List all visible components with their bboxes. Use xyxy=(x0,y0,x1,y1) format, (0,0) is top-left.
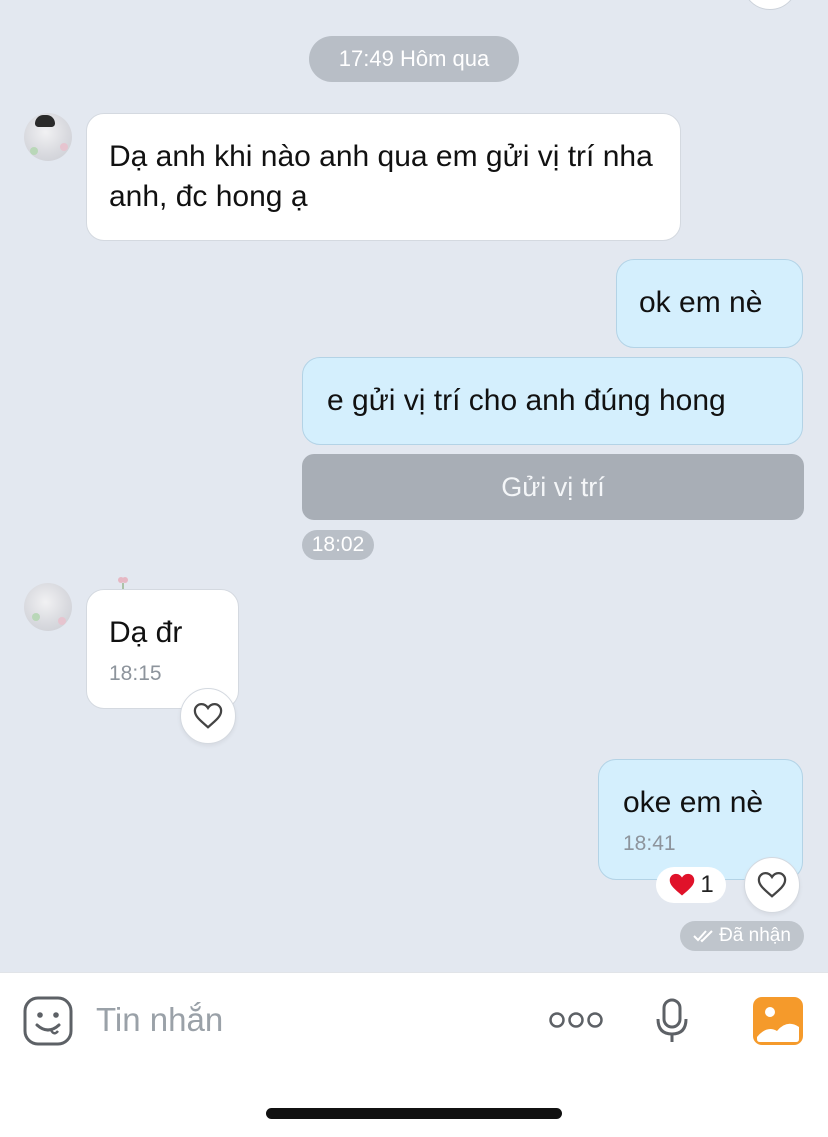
more-icon[interactable] xyxy=(548,1008,604,1032)
send-location-button[interactable]: Gửi vị trí xyxy=(302,454,804,520)
heart-icon xyxy=(670,873,695,896)
reaction-count: 1 xyxy=(700,871,714,898)
delivery-status: Đã nhận xyxy=(680,921,804,951)
heart-icon xyxy=(757,871,787,898)
outgoing-message-bubble[interactable]: e gửi vị trí cho anh đúng hong xyxy=(302,357,803,445)
message-time: 18:15 xyxy=(109,662,162,685)
home-indicator xyxy=(266,1108,562,1119)
message-text: oke em nè xyxy=(623,786,764,819)
reaction-badge[interactable]: 1 xyxy=(656,867,726,903)
chat-area: 17:49 Hôm qua Dạ anh khi nào anh qua em … xyxy=(0,0,828,972)
contact-avatar[interactable] xyxy=(24,113,72,161)
message-text: Dạ anh khi nào anh qua em gửi vị trí nha… xyxy=(109,140,653,213)
message-time: 18:41 xyxy=(623,832,676,855)
message-input[interactable] xyxy=(96,996,516,1044)
react-heart-button[interactable] xyxy=(744,857,800,913)
message-text: e gửi vị trí cho anh đúng hong xyxy=(327,384,726,417)
message-text: Dạ đr xyxy=(109,616,183,649)
delivery-status-text: Đã nhận xyxy=(719,925,791,946)
date-header: 17:49 Hôm qua xyxy=(309,36,519,82)
message-text: ok em nè xyxy=(639,286,763,319)
image-icon[interactable] xyxy=(753,997,803,1045)
contact-avatar[interactable] xyxy=(24,583,72,631)
double-check-icon xyxy=(693,930,713,943)
heart-icon xyxy=(193,702,223,729)
emoji-icon[interactable] xyxy=(23,996,73,1046)
react-heart-button[interactable] xyxy=(180,688,236,744)
heart-button-partial[interactable] xyxy=(742,0,798,10)
incoming-message-bubble[interactable]: Dạ anh khi nào anh qua em gửi vị trí nha… xyxy=(86,113,681,241)
message-time: 18:02 xyxy=(302,530,374,560)
microphone-icon[interactable] xyxy=(655,998,689,1044)
outgoing-message-bubble[interactable]: ok em nè xyxy=(616,259,803,348)
